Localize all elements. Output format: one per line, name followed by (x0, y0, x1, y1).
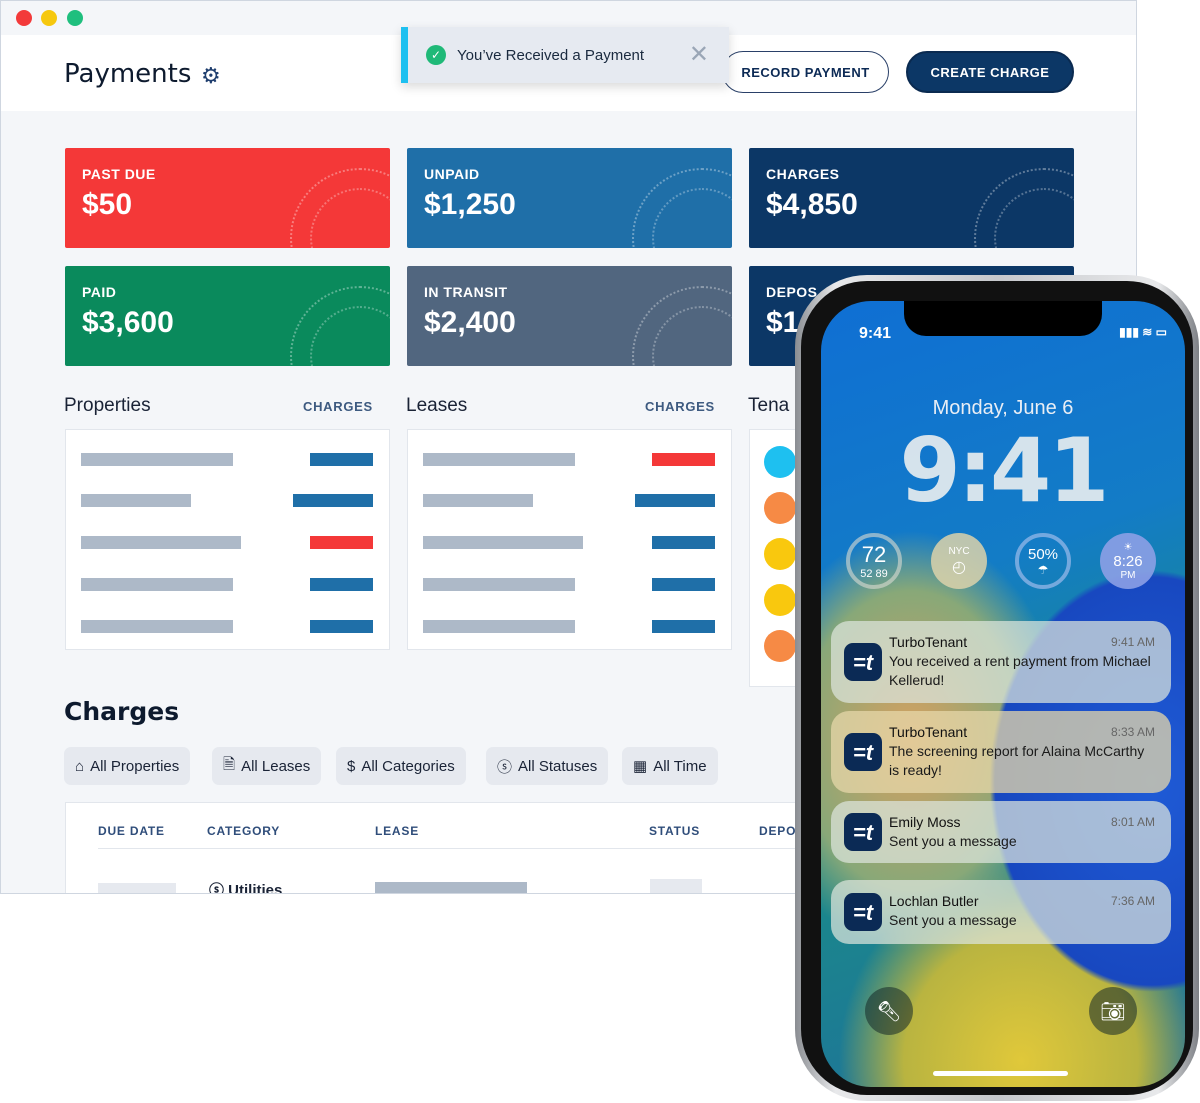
tenant-avatar (764, 630, 796, 662)
column-category[interactable]: CATEGORY (207, 824, 280, 838)
gear-icon[interactable]: ⚙ (201, 63, 221, 89)
column-lease[interactable]: LEASE (375, 824, 419, 838)
calendar-icon: ▦ (633, 758, 648, 775)
turbotenant-app-icon: =t (844, 813, 882, 851)
filter-label: All Statuses (518, 757, 598, 775)
stat-card-past-due[interactable]: PAST DUE $50 (65, 148, 390, 248)
leases-charges-link[interactable]: CHARGES (645, 399, 715, 414)
filter-label: All Leases (241, 757, 311, 775)
filter-all-statuses[interactable]: ⓢ All Statuses (486, 747, 609, 785)
charges-table: DUE DATE CATEGORY LEASE STATUS DEPOS ⓢ U… (65, 802, 825, 894)
stat-card-paid[interactable]: PAID $3,600 (65, 266, 390, 366)
clock-icon: ◴ (952, 558, 966, 576)
notification[interactable]: =t TurboTenant 9:41 AM You received a rent … (831, 621, 1171, 703)
filter-all-properties[interactable]: ⌂ All Properties (64, 747, 191, 785)
tenants-heading: Tena (748, 395, 790, 416)
page-title: Payments (64, 59, 192, 89)
toast-message: You’ve Received a Payment (457, 46, 645, 64)
status-time: 9:41 (859, 325, 892, 342)
turbotenant-app-icon: =t (844, 893, 882, 931)
document-icon: 🗎 (223, 755, 236, 773)
sunset-widget: ☀ 8:26 PM (1100, 533, 1156, 589)
home-indicator[interactable] (933, 1071, 1068, 1076)
record-payment-button[interactable]: RECORD PAYMENT (722, 51, 889, 93)
rain-widget: 50% ☂ (1015, 533, 1071, 589)
properties-heading: Properties (64, 395, 151, 416)
notification[interactable]: =t TurboTenant 8:33 AM The screening report… (831, 711, 1171, 793)
filter-all-categories[interactable]: $ All Categories (336, 747, 466, 785)
tenant-avatar (764, 492, 796, 524)
phone-mockup: 9:41 ▮▮▮ ≋ ▭ Monday, June 6 9:41 72 52 89… (795, 275, 1199, 1101)
properties-charges-link[interactable]: CHARGES (303, 399, 373, 414)
check-icon: ✓ (426, 45, 446, 65)
notification[interactable]: =t Lochlan Butler 7:36 AM Sent you a messag… (831, 880, 1171, 944)
table-row[interactable]: ⓢ Utilities (209, 879, 283, 894)
tenant-avatar (764, 584, 796, 616)
divider (98, 848, 798, 849)
placeholder (650, 879, 702, 893)
turbotenant-app-icon: =t (844, 643, 882, 681)
minimize-window-button[interactable] (41, 10, 57, 26)
charges-heading: Charges (64, 697, 180, 726)
notch (904, 301, 1102, 336)
stat-card-in-transit[interactable]: IN TRANSIT $2,400 (407, 266, 732, 366)
filter-all-time[interactable]: ▦ All Time (622, 747, 718, 785)
signal-wifi-battery-icon: ▮▮▮ ≋ ▭ (1119, 325, 1167, 339)
umbrella-icon: ☂ (1037, 562, 1049, 577)
house-icon: ⌂ (75, 757, 85, 775)
tenant-avatar (764, 538, 796, 570)
maximize-window-button[interactable] (67, 10, 83, 26)
sunset-icon: ☀ (1123, 541, 1133, 553)
close-window-button[interactable] (16, 10, 32, 26)
camera-icon[interactable]: 📷︎ (1089, 987, 1137, 1035)
column-due-date[interactable]: DUE DATE (98, 824, 165, 838)
column-status[interactable]: STATUS (649, 824, 700, 838)
dollar-circle-icon: ⓢ (209, 882, 229, 894)
dollar-circle-icon: ⓢ (497, 758, 513, 776)
filter-label: All Time (653, 757, 707, 775)
turbotenant-app-icon: =t (844, 733, 882, 771)
money-bag-icon: $ (347, 757, 356, 775)
filter-all-leases[interactable]: 🗎 All Leases (212, 747, 322, 785)
stat-card-charges[interactable]: CHARGES $4,850 (749, 148, 1074, 248)
category-value: Utilities (228, 882, 283, 894)
create-charge-button[interactable]: CREATE CHARGE (906, 51, 1074, 93)
filter-label: All Properties (90, 757, 180, 775)
lock-clock: 9:41 (899, 419, 1110, 522)
lock-screen: 9:41 ▮▮▮ ≋ ▭ Monday, June 6 9:41 72 52 89… (821, 301, 1185, 1087)
close-icon[interactable]: ✕ (689, 40, 709, 69)
flashlight-icon[interactable]: 🔦︎ (865, 987, 913, 1035)
placeholder (375, 882, 527, 893)
payment-toast: ✓ You’ve Received a Payment ✕ (401, 27, 729, 83)
notification[interactable]: =t Emily Moss 8:01 AM Sent you a message (831, 801, 1171, 863)
leases-heading: Leases (406, 395, 468, 416)
lock-date: Monday, June 6 (932, 397, 1074, 419)
weather-widget: 72 52 89 (846, 533, 902, 589)
properties-panel (65, 429, 390, 650)
filter-label: All Categories (361, 757, 455, 775)
tenant-avatar (764, 446, 796, 478)
leases-panel (407, 429, 732, 650)
stat-card-unpaid[interactable]: UNPAID $1,250 (407, 148, 732, 248)
placeholder (98, 883, 176, 893)
clock-widget: NYC ◴ (931, 533, 987, 589)
